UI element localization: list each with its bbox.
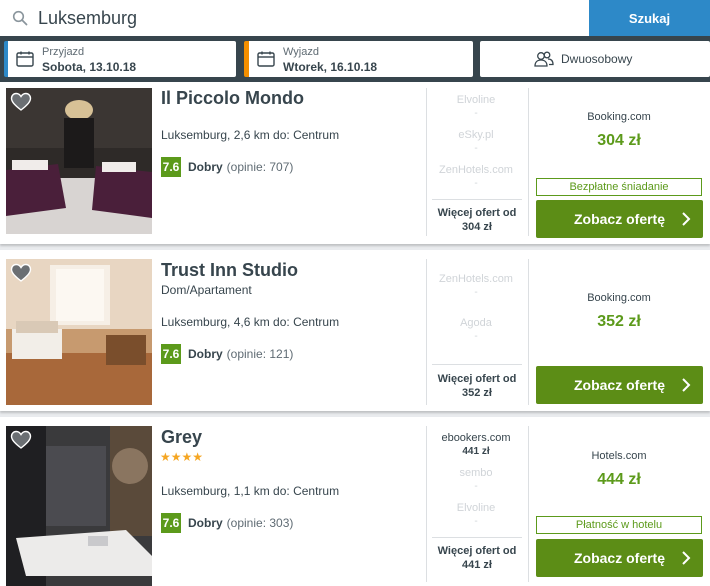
offer-site[interactable]: Elvoline [430,94,522,107]
best-offer-site[interactable]: Hotels.com [536,450,702,462]
search-bar: Szukaj [0,0,710,36]
best-offer-site[interactable]: Booking.com [536,111,702,123]
more-offers-link[interactable]: Więcej ofert od 441 zł [432,537,522,572]
rating-label: Dobry [188,516,223,530]
rating-label: Dobry [188,160,223,174]
hotel-name[interactable]: Grey [161,427,202,448]
hotel-name[interactable]: Trust Inn Studio [161,260,298,281]
review-count: (opinie: 707) [226,160,294,174]
offer-price: 441 zł [462,446,490,457]
more-offers-link[interactable]: Więcej ofert od 304 zł [432,199,522,234]
checkin-value: Sobota, 13.10.18 [42,60,137,74]
offer-site[interactable]: Agoda [430,317,522,330]
rating-badge: 7.6 [161,157,181,177]
view-offer-button[interactable]: Zobacz ofertę [536,200,703,238]
view-offer-button[interactable]: Zobacz ofertę [536,539,703,577]
search-input[interactable] [38,0,578,36]
view-offer-label: Zobacz ofertę [573,377,665,393]
divider [528,259,529,405]
offer-site[interactable]: ebookers.com [430,432,522,445]
hotel-type: Dom/Apartament [161,283,252,297]
date-bar: Przyjazd Sobota, 13.10.18 Wyjazd Wtorek,… [0,36,710,82]
other-offers: ZenHotels.com - Agoda - [430,273,522,343]
offer-price: - [474,108,478,119]
offer-site[interactable]: eSky.pl [430,129,522,142]
best-offer-price[interactable]: 444 zł [536,471,702,489]
divider [426,426,427,582]
more-offers-price: 304 zł [462,221,492,233]
rating-label: Dobry [188,347,223,361]
divider [426,88,427,236]
search-button[interactable]: Szukaj [589,0,710,36]
checkin-date-picker[interactable]: Przyjazd Sobota, 13.10.18 [4,41,236,77]
hotel-photo[interactable] [6,259,152,405]
view-offer-button[interactable]: Zobacz ofertę [536,366,703,404]
hotel-card: Trust Inn Studio Dom/Apartament Luksembu… [0,250,710,411]
guests-icon [534,51,554,67]
view-offer-label: Zobacz ofertę [573,211,665,227]
divider [528,426,529,582]
offer-price: - [474,331,478,342]
room-type-selector[interactable]: Dwuosobowy [480,41,710,77]
hotel-card: Grey ★★★★ Luksemburg, 1,1 km do: Centrum… [0,417,710,586]
heart-icon[interactable] [10,92,32,112]
hotel-card: Il Piccolo Mondo Luksemburg, 2,6 km do: … [0,82,710,244]
best-offer-site[interactable]: Booking.com [536,292,702,304]
checkout-label: Wyjazd [283,46,319,58]
checkin-label: Przyjazd [42,46,85,58]
perk-badge: Bezpłatne śniadanie [536,178,702,196]
heart-icon[interactable] [10,430,32,450]
calendar-icon [257,51,275,67]
offer-price: - [474,287,478,298]
chevron-right-icon [682,378,691,392]
divider [528,88,529,236]
hotel-location: Luksemburg, 1,1 km do: Centrum [161,484,340,498]
chevron-right-icon [682,551,691,565]
rating-row: 7.6 Dobry (opinie: 303) [161,513,293,533]
other-offers: ebookers.com 441 zł sembo - Elvoline - [430,432,522,528]
review-count: (opinie: 121) [226,347,294,361]
hotel-location: Luksemburg, 4,6 km do: Centrum [161,315,340,329]
rating-badge: 7.6 [161,344,181,364]
offer-site[interactable]: sembo [430,467,522,480]
offer-site[interactable]: ZenHotels.com [430,164,522,177]
offer-site[interactable]: Elvoline [430,502,522,515]
hotel-photo[interactable] [6,88,152,234]
more-offers-label: Więcej ofert od [437,545,517,557]
best-offer-price[interactable]: 304 zł [536,132,702,150]
hotel-photo[interactable] [6,426,152,586]
checkout-value: Wtorek, 16.10.18 [283,60,378,74]
view-offer-label: Zobacz ofertę [573,550,665,566]
heart-icon[interactable] [10,263,32,283]
more-offers-price: 441 zł [462,559,492,571]
star-rating: ★★★★ [160,450,204,464]
more-offers-price: 352 zł [462,387,492,399]
hotel-location: Luksemburg, 2,6 km do: Centrum [161,128,340,142]
calendar-icon [16,51,34,67]
offer-price: - [474,516,478,527]
best-offer-price[interactable]: 352 zł [536,313,702,331]
offer-price: - [474,481,478,492]
room-type-label: Dwuosobowy [561,52,633,66]
offer-site[interactable]: ZenHotels.com [430,273,522,286]
rating-row: 7.6 Dobry (opinie: 121) [161,344,293,364]
other-offers: Elvoline - eSky.pl - ZenHotels.com - [430,94,522,190]
more-offers-label: Więcej ofert od [437,207,517,219]
offer-price: - [474,178,478,189]
review-count: (opinie: 303) [226,516,294,530]
more-offers-label: Więcej ofert od [437,373,517,385]
checkout-date-picker[interactable]: Wyjazd Wtorek, 16.10.18 [244,41,473,77]
rating-row: 7.6 Dobry (opinie: 707) [161,157,293,177]
hotel-name[interactable]: Il Piccolo Mondo [161,88,304,109]
divider [426,259,427,405]
chevron-right-icon [682,212,691,226]
search-icon [12,10,28,26]
more-offers-link[interactable]: Więcej ofert od 352 zł [432,364,522,400]
offer-price: - [474,143,478,154]
rating-badge: 7.6 [161,513,181,533]
perk-badge: Płatność w hotelu [536,516,702,534]
